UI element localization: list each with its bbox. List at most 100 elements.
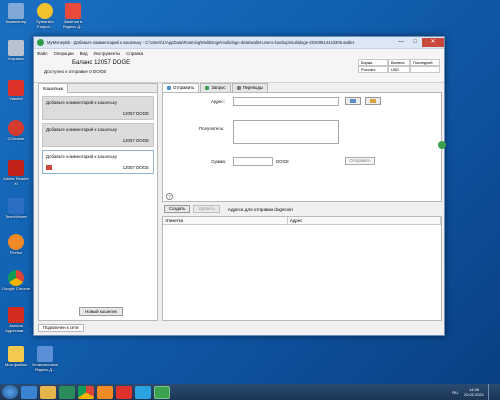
desktop-icon-yandex[interactable]: Yandex <box>1 80 31 102</box>
app-icon <box>37 39 44 46</box>
taskbar-skype-icon[interactable] <box>135 385 151 399</box>
notes-icon <box>65 3 81 19</box>
balance-value: Баланс 12057 DOGE <box>72 60 131 66</box>
help-button[interactable]: ? <box>166 193 173 200</box>
network-status-tab[interactable]: Подключен к сети <box>38 324 84 332</box>
rate-exchange[interactable]: Poloniex <box>358 66 388 73</box>
desktop-icon-label: Корзина <box>8 56 24 61</box>
tab-request[interactable]: Запрос <box>200 83 231 92</box>
taskbar-firefox-icon[interactable] <box>97 385 113 399</box>
desktop-icon-akella[interactable]: Акелла Адресная... <box>1 307 31 333</box>
transactions-icon <box>236 86 241 90</box>
send-button[interactable]: Отправить <box>345 157 375 165</box>
akella-icon <box>8 307 24 323</box>
desktop-icon-computer[interactable]: Компьютер <box>1 3 31 25</box>
menu-operations[interactable]: Операции <box>54 51 74 56</box>
language-indicator[interactable]: RU <box>452 390 458 395</box>
wallet-amount: 12057 DOGE <box>122 138 149 143</box>
desktop-icon-teamviewer[interactable]: TeamViewer <box>1 198 31 220</box>
wallet-card[interactable]: Добавьте комментарий к кошельку 12057 DO… <box>42 96 154 120</box>
window-title: MyMoneyBit - Добавьте комментарий к коше… <box>47 40 354 45</box>
firefox-icon <box>8 234 24 250</box>
desktop-icon-myfiles[interactable]: Мои файлы <box>1 346 31 368</box>
show-desktop-button[interactable] <box>488 384 492 400</box>
address-input[interactable] <box>233 97 339 106</box>
desktop-icon-label: TeamViewer <box>5 214 27 219</box>
address-table[interactable]: Этикетка Адрес <box>162 216 442 321</box>
taskbar: RU 14:46 20.02.2021 <box>0 384 500 400</box>
desktop-icon-label: Symantec Endpoi... <box>36 19 54 29</box>
address-book-caption: Адреса для отправки dogecoin <box>227 206 293 212</box>
tab-wallets[interactable]: Кошельки <box>39 84 69 93</box>
desktop-icon-notes[interactable]: Заметки в Яндекс.Д... <box>58 3 88 29</box>
new-wallet-button[interactable]: Новый кошелек <box>79 307 123 316</box>
desktop-icon-label: Акелла Адресная... <box>5 323 27 333</box>
desktop-icon-ccleaner[interactable]: CCleaner <box>1 120 31 142</box>
expand-arrow-icon[interactable] <box>438 141 446 149</box>
ccleaner-icon <box>8 120 24 136</box>
desktop-icon-label: Мои файлы <box>5 362 27 367</box>
desktop-icon-symantec[interactable]: Symantec Endpoi... <box>30 3 60 29</box>
desktop-icon-chrome[interactable]: Google Chrome <box>1 270 31 292</box>
tab-send[interactable]: Отправить <box>162 83 200 92</box>
amount-input[interactable] <box>233 157 273 166</box>
request-icon <box>205 86 210 90</box>
desktop-icon-firefox[interactable]: Firefox <box>1 234 31 256</box>
wallet-comment[interactable]: Добавьте комментарий к кошельку <box>46 154 117 159</box>
taskbar-multidoge-icon[interactable] <box>154 385 170 399</box>
paste-icon <box>350 99 356 103</box>
paste-address-button[interactable] <box>345 97 361 105</box>
wallet-card-selected[interactable]: Добавьте комментарий к кошельку 12057 DO… <box>42 150 154 174</box>
column-address[interactable]: Адрес <box>288 217 441 224</box>
desktop-icon-label: CCleaner <box>7 136 25 141</box>
taskbar-explorer-icon[interactable] <box>40 385 56 399</box>
symantec-icon <box>37 3 53 19</box>
main-tabs: Отправить Запрос Переводы <box>162 83 442 92</box>
wallet-icon <box>46 165 52 170</box>
desktop-icon-label: Компьютер <box>5 19 27 24</box>
folder-icon <box>8 346 24 362</box>
system-tray: RU 14:46 20.02.2021 <box>452 384 500 400</box>
menu-help[interactable]: Справка <box>126 51 143 56</box>
multidoge-window: MyMoneyBit - Добавьте комментарий к коше… <box>33 36 446 336</box>
column-label[interactable]: Этикетка <box>163 217 288 224</box>
menu-file[interactable]: Файл <box>37 51 48 56</box>
computer-icon <box>8 3 24 19</box>
available-value: Доступно к отправке 0 DOGE <box>44 69 107 74</box>
trash-icon <box>8 40 24 56</box>
desktop-icon-yandex-install[interactable]: Установочные Яндекс.Д... <box>30 346 60 372</box>
minimize-button[interactable]: — <box>394 38 408 47</box>
title-bar[interactable]: MyMoneyBit - Добавьте комментарий к коше… <box>34 37 444 49</box>
menu-bar: Файл Операции Вид Инструменты Справка <box>34 49 444 57</box>
taskbar-chrome-icon[interactable] <box>78 385 94 399</box>
yandex-icon <box>8 80 24 96</box>
address-book-button[interactable] <box>365 97 381 105</box>
clock[interactable]: 14:46 20.02.2021 <box>464 387 484 397</box>
wallet-card[interactable]: Добавьте комментарий к кошельку 12057 DO… <box>42 123 154 147</box>
create-address-button[interactable]: Создать <box>164 205 191 213</box>
delete-address-button[interactable]: Удалить <box>193 205 220 213</box>
menu-tools[interactable]: Инструменты <box>93 51 120 56</box>
teamviewer-icon <box>8 198 24 214</box>
amount-label: Сумма: <box>211 159 227 164</box>
main-panel: Отправить Запрос Переводы Адрес: Получат… <box>162 83 446 321</box>
balance-header: Баланс 12057 DOGE Доступно к отправке 0 … <box>34 57 444 83</box>
taskbar-ie-icon[interactable] <box>21 385 37 399</box>
desktop-icon-trash[interactable]: Корзина <box>1 40 31 62</box>
tab-transactions[interactable]: Переводы <box>231 83 268 92</box>
wallet-amount: 12057 DOGE <box>122 111 149 116</box>
wallet-comment[interactable]: Добавьте комментарий к кошельку <box>46 100 117 105</box>
desktop-icon-adobe[interactable]: Adobe Reader XI <box>1 160 31 186</box>
close-button[interactable]: ✕ <box>422 38 444 47</box>
start-button[interactable] <box>2 385 18 399</box>
chrome-icon <box>8 270 24 286</box>
recipient-input[interactable] <box>233 120 339 144</box>
adobe-icon <box>8 160 24 176</box>
menu-view[interactable]: Вид <box>80 51 88 56</box>
wallet-comment[interactable]: Добавьте комментарий к кошельку <box>46 127 117 132</box>
rate-currency[interactable]: USD <box>388 66 410 73</box>
taskbar-media-icon[interactable] <box>59 385 75 399</box>
recipient-label: Получатель: <box>199 126 225 131</box>
maximize-button[interactable]: □ <box>408 38 422 47</box>
taskbar-yandex-icon[interactable] <box>116 385 132 399</box>
